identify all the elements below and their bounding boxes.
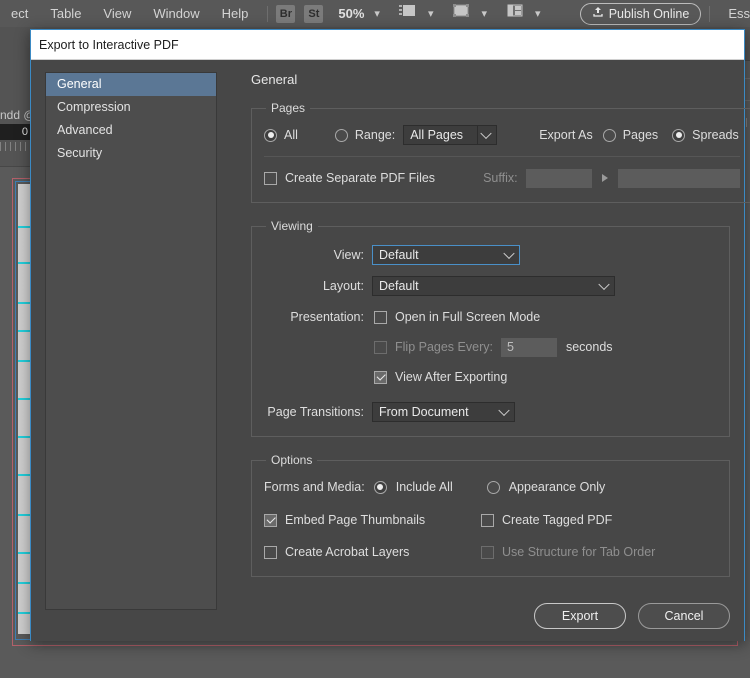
radio-pages-range[interactable] [335, 129, 348, 142]
horizontal-ruler [0, 142, 30, 151]
dialog-body: General Compression Advanced Security Ge… [31, 60, 744, 641]
left-panel-value-field[interactable]: 0 [0, 124, 30, 140]
checkbox-create-acrobat-layers[interactable] [264, 546, 277, 559]
menu-bar: ect Table View Window Help Br St 50% ▾ ▾… [0, 0, 750, 28]
view-value: Default [379, 248, 419, 262]
essentials-label[interactable]: Ess [728, 6, 750, 21]
menu-item-table[interactable]: Table [39, 0, 92, 27]
radio-pages-all[interactable] [264, 129, 277, 142]
checkbox-use-structure-for-tab-order[interactable] [481, 546, 494, 559]
pane-title: General [251, 72, 730, 87]
checkbox-create-separate-pdf-files[interactable] [264, 172, 277, 185]
nav-item-general[interactable]: General [46, 73, 216, 96]
viewing-group: Viewing View: Default Layout: Default [251, 219, 730, 437]
menu-item-help[interactable]: Help [211, 0, 260, 27]
label-appearance-only: Appearance Only [509, 480, 606, 494]
export-to-interactive-pdf-dialog: Export to Interactive PDF General Compre… [30, 29, 745, 641]
range-value: All Pages [410, 128, 463, 142]
menu-item-window[interactable]: Window [142, 0, 210, 27]
label-export-pages: Pages [623, 128, 658, 142]
label-flip-pages-every: Flip Pages Every: [395, 340, 493, 354]
label-seconds: seconds [566, 340, 613, 354]
radio-appearance-only[interactable] [487, 481, 500, 494]
general-pane: General Pages All Range: All Pages Expor… [231, 72, 730, 593]
upload-icon [592, 6, 604, 21]
chevron-down-icon-layout [598, 279, 609, 290]
layout-value: Default [379, 279, 419, 293]
chevron-down-icon-zoom[interactable]: ▾ [374, 7, 380, 20]
toolbar-divider-2 [709, 6, 710, 22]
label-suffix: Suffix: [483, 171, 518, 185]
checkbox-view-after-exporting[interactable] [374, 371, 387, 384]
label-use-structure-for-tab-order: Use Structure for Tab Order [502, 545, 655, 559]
label-embed-page-thumbnails: Embed Page Thumbnails [285, 513, 481, 527]
menu-item-ect[interactable]: ect [0, 0, 39, 27]
menu-item-view[interactable]: View [92, 0, 142, 27]
suffix-input[interactable] [526, 169, 592, 188]
pages-legend: Pages [266, 101, 310, 115]
dialog-title: Export to Interactive PDF [39, 38, 179, 52]
label-view-after-exporting: View After Exporting [395, 370, 507, 384]
radio-export-spreads[interactable] [672, 129, 685, 142]
pages-group: Pages All Range: All Pages Export As Pag… [251, 101, 750, 203]
checkbox-create-tagged-pdf[interactable] [481, 514, 494, 527]
chevron-down-icon-view[interactable]: ▾ [481, 7, 487, 20]
label-create-tagged-pdf: Create Tagged PDF [502, 513, 612, 527]
label-create-acrobat-layers: Create Acrobat Layers [285, 545, 481, 559]
chevron-down-icon-range [481, 128, 492, 139]
viewing-legend: Viewing [266, 219, 318, 233]
label-view: View: [264, 248, 364, 262]
suffix-preview-field[interactable] [618, 169, 740, 188]
dialog-button-row: Export Cancel [534, 603, 730, 629]
nav-item-security[interactable]: Security [46, 142, 216, 165]
chevron-down-icon-workspace[interactable]: ▾ [535, 7, 541, 20]
label-pages-all: All [284, 128, 298, 142]
label-layout: Layout: [264, 279, 364, 293]
export-button[interactable]: Export [534, 603, 626, 629]
combobox-divider [477, 126, 478, 144]
screen-mode-icon[interactable] [398, 3, 418, 24]
label-export-spreads: Spreads [692, 128, 739, 142]
checkbox-embed-page-thumbnails[interactable] [264, 514, 277, 527]
nav-item-compression[interactable]: Compression [46, 96, 216, 119]
page-transitions-value: From Document [379, 405, 469, 419]
view-mode-icon[interactable] [451, 3, 471, 24]
label-open-in-full-screen-mode: Open in Full Screen Mode [395, 310, 540, 324]
flip-seconds-input[interactable]: 5 [501, 338, 557, 357]
checkbox-open-in-full-screen-mode[interactable] [374, 311, 387, 324]
label-include-all: Include All [396, 480, 453, 494]
radio-export-pages[interactable] [603, 129, 616, 142]
stock-icon[interactable]: St [304, 5, 323, 23]
dialog-title-bar: Export to Interactive PDF [31, 30, 744, 60]
play-triangle-icon[interactable] [602, 174, 608, 182]
chevron-down-icon-view-dd [503, 248, 514, 259]
range-combobox[interactable]: All Pages [403, 125, 497, 145]
label-forms-and-media: Forms and Media: [264, 480, 365, 494]
options-group: Options Forms and Media: Include All App… [251, 453, 730, 577]
toolbar-divider [267, 6, 268, 22]
options-legend: Options [266, 453, 317, 467]
layout-dropdown[interactable]: Default [372, 276, 615, 296]
chevron-down-icon-transitions [498, 405, 509, 416]
workspace-layout-icon[interactable] [505, 3, 525, 24]
dialog-category-list: General Compression Advanced Security [45, 72, 217, 610]
publish-online-label: Publish Online [609, 7, 690, 21]
cancel-button[interactable]: Cancel [638, 603, 730, 629]
radio-include-all[interactable] [374, 481, 387, 494]
bridge-icon[interactable]: Br [276, 5, 295, 23]
checkbox-flip-pages-every[interactable] [374, 341, 387, 354]
publish-online-button[interactable]: Publish Online [580, 3, 702, 25]
label-pages-range: Range: [355, 128, 395, 142]
label-create-separate-pdf-files: Create Separate PDF Files [285, 171, 435, 185]
zoom-level[interactable]: 50% [338, 6, 364, 21]
label-export-as: Export As [539, 128, 593, 142]
page-transitions-dropdown[interactable]: From Document [372, 402, 515, 422]
view-dropdown[interactable]: Default [372, 245, 520, 265]
nav-item-advanced[interactable]: Advanced [46, 119, 216, 142]
label-presentation: Presentation: [264, 310, 364, 324]
label-page-transitions: Page Transitions: [264, 405, 364, 419]
chevron-down-icon-screen[interactable]: ▾ [428, 7, 434, 20]
pages-divider [264, 156, 740, 157]
